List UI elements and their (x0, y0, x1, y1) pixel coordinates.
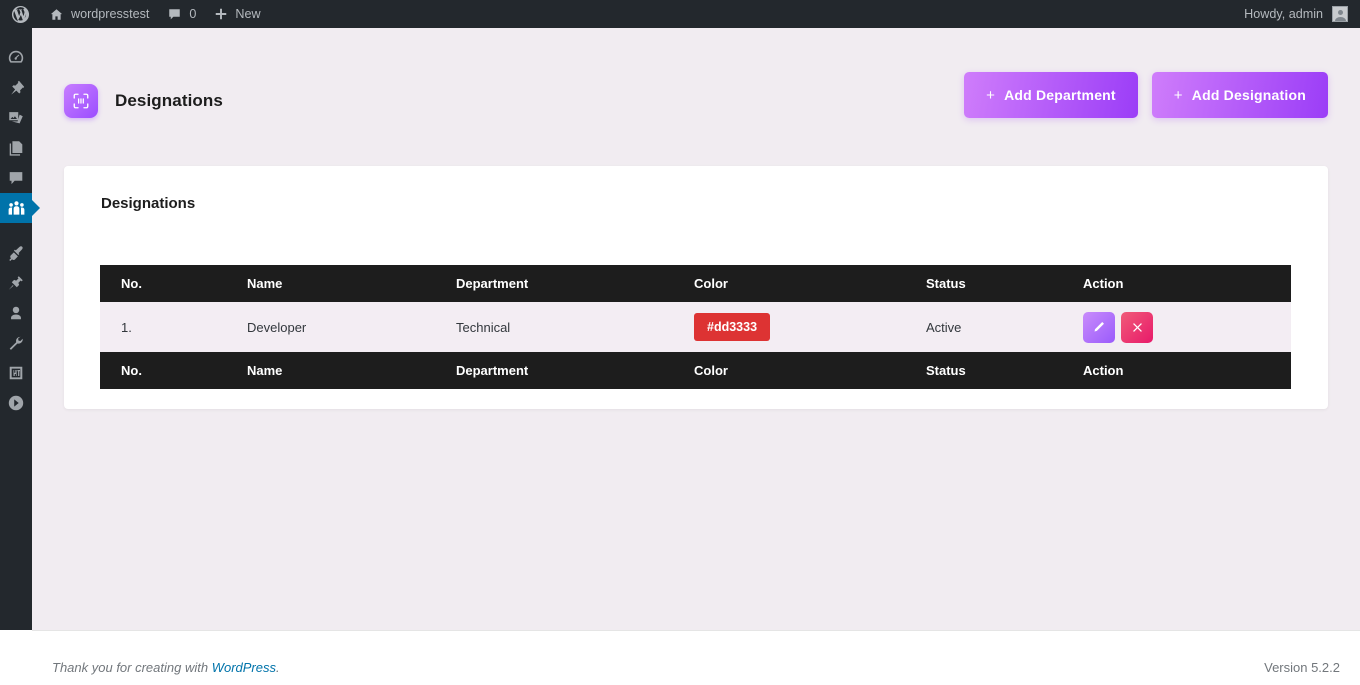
delete-designation-button[interactable] (1121, 311, 1153, 343)
site-name-label: wordpresstest (71, 7, 150, 21)
page-title: Designations (115, 91, 223, 110)
page-action-buttons: + Add Department + Add Designation (964, 72, 1328, 118)
add-department-button[interactable]: + Add Department (964, 72, 1138, 118)
pencil-edit-icon (1094, 322, 1104, 332)
cell-status: Active (905, 302, 1062, 352)
pin-posts-icon (11, 80, 25, 95)
table-footer-row: No. Name Department Color Status Action (100, 352, 1291, 389)
comment-count: 0 (189, 7, 197, 21)
col-footer-color: Color (673, 352, 905, 389)
media-photo-icon (9, 112, 23, 124)
sidebar-item-media[interactable] (0, 103, 32, 133)
page-footer: Thank you for creating with WordPress. V… (32, 630, 1360, 685)
edit-designation-button[interactable] (1083, 311, 1115, 343)
add-department-label: Add Department (1004, 87, 1116, 103)
plus-icon (216, 8, 227, 20)
howdy-label: Howdy, admin (1244, 7, 1323, 21)
sidebar-item-users[interactable] (0, 298, 32, 328)
col-footer-no: No. (100, 352, 226, 389)
comments-menu[interactable]: 0 (158, 0, 205, 28)
home-icon (50, 8, 63, 20)
table-head: No. Name Department Color Status Action (100, 265, 1291, 302)
col-header-status[interactable]: Status (905, 265, 1062, 302)
comment-bubble-icon (169, 8, 181, 19)
card-title: Designations (101, 195, 196, 212)
sidebar-item-plugins[interactable] (0, 268, 32, 298)
sidebar-item-hrm[interactable] (0, 193, 40, 223)
footer-version: Version 5.2.2 (1264, 660, 1340, 675)
new-label: New (235, 7, 261, 21)
table-header-row: No. Name Department Color Status Action (100, 265, 1291, 302)
new-content-menu[interactable]: New (205, 0, 269, 28)
footer-thanks-suffix: . (276, 660, 280, 675)
cell-action (1062, 302, 1291, 352)
plugins-plug-icon (8, 276, 23, 290)
sidebar-top-spacer (0, 28, 32, 43)
avatar-icon (1332, 6, 1348, 22)
wordpress-logo-icon (11, 5, 30, 23)
footer-filler (0, 630, 32, 685)
col-footer-status: Status (905, 352, 1062, 389)
page-header: Designations + Add Department + Add Desi… (64, 72, 1328, 138)
table-body: 1. Developer Technical #dd3333 Active (100, 302, 1291, 352)
settings-sliders-icon (9, 366, 23, 380)
designation-badge-glyph (73, 93, 89, 109)
designations-card: Designations No. Name Department Color S… (64, 166, 1328, 409)
cell-color: #dd3333 (673, 302, 905, 352)
col-header-no[interactable]: No. (100, 265, 226, 302)
plus-icon: + (986, 86, 996, 104)
collapse-arrow-icon (8, 395, 24, 411)
row-action-group (1083, 311, 1291, 343)
sidebar-item-tools[interactable] (0, 328, 32, 358)
col-header-department[interactable]: Department (435, 265, 673, 302)
close-x-icon (1132, 322, 1142, 332)
table-row: 1. Developer Technical #dd3333 Active (100, 302, 1291, 352)
col-footer-action: Action (1062, 352, 1291, 389)
designation-badge-icon (64, 84, 98, 118)
sidebar-item-pages[interactable] (0, 133, 32, 163)
sidebar-separator (0, 223, 32, 238)
comments-bubble-icon (9, 172, 23, 185)
dashboard-gauge-icon (8, 50, 24, 63)
sidebar-item-posts[interactable] (0, 73, 32, 103)
page-body: Designations + Add Department + Add Desi… (32, 28, 1360, 630)
pages-document-icon (9, 141, 23, 156)
col-footer-department: Department (435, 352, 673, 389)
admin-sidebar[interactable] (0, 28, 40, 630)
color-swatch-chip: #dd3333 (694, 312, 771, 342)
sidebar-item-settings[interactable] (0, 358, 32, 388)
footer-thanks-prefix: Thank you for creating with (52, 660, 212, 675)
sidebar-item-dashboard[interactable] (0, 43, 32, 73)
site-name-menu[interactable]: wordpresstest (40, 0, 158, 28)
plus-icon: + (1173, 86, 1183, 104)
admin-bar: wordpresstest 0 New Howdy, admin (0, 0, 1360, 28)
col-header-color[interactable]: Color (673, 265, 905, 302)
page-title-group: Designations (64, 84, 223, 118)
appearance-brush-icon (9, 246, 23, 262)
add-designation-button[interactable]: + Add Designation (1151, 72, 1328, 118)
tools-wrench-icon (9, 336, 23, 350)
cell-name: Developer (226, 302, 435, 352)
col-footer-name: Name (226, 352, 435, 389)
cell-department: Technical (435, 302, 673, 352)
sidebar-item-collapse[interactable] (0, 388, 32, 418)
users-person-icon (11, 306, 21, 320)
table-foot: No. Name Department Color Status Action (100, 352, 1291, 389)
footer-thanks: Thank you for creating with WordPress. (52, 660, 280, 675)
wp-logo-button[interactable] (0, 0, 40, 28)
cell-no: 1. (100, 302, 226, 352)
group-people-icon (8, 200, 24, 215)
designations-table: No. Name Department Color Status Action … (100, 265, 1291, 389)
my-account-menu[interactable]: Howdy, admin (1235, 0, 1360, 28)
sidebar-item-comments[interactable] (0, 163, 32, 193)
col-header-name[interactable]: Name (226, 265, 435, 302)
wordpress-link[interactable]: WordPress (212, 660, 276, 675)
sidebar-item-appearance[interactable] (0, 238, 32, 268)
add-designation-label: Add Designation (1191, 87, 1306, 103)
col-header-action[interactable]: Action (1062, 265, 1291, 302)
